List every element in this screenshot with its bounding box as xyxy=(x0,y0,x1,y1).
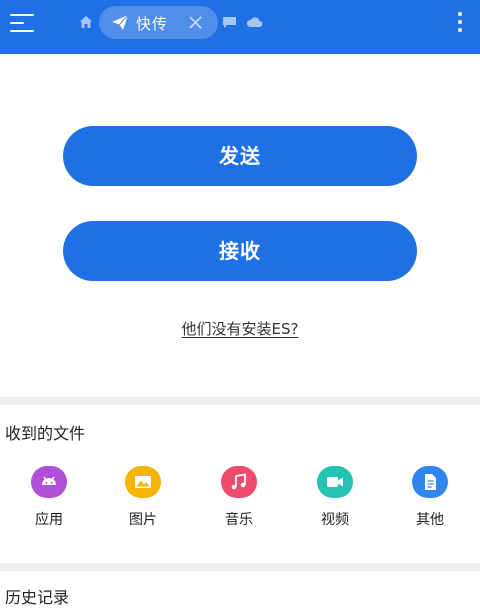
category-label: 其他 xyxy=(416,512,444,528)
top-bar: 快传 xyxy=(0,0,480,54)
music-circle xyxy=(221,466,257,498)
no-es-installed-link[interactable]: 他们没有安装ES? xyxy=(0,318,480,339)
other-circle xyxy=(412,466,448,498)
receive-button[interactable]: 接收 xyxy=(63,221,417,281)
received-files-title: 收到的文件 xyxy=(5,424,86,443)
send-icon xyxy=(112,14,129,30)
android-icon xyxy=(42,476,56,485)
video-circle xyxy=(317,466,353,498)
home-icon[interactable] xyxy=(79,15,93,29)
category-label: 音乐 xyxy=(225,512,253,528)
section-divider xyxy=(0,397,480,405)
section-divider xyxy=(0,563,480,571)
tab-label: 快传 xyxy=(136,15,169,33)
history-title[interactable]: 历史记录 xyxy=(5,584,69,608)
cloud-icon[interactable] xyxy=(246,16,263,28)
more-icon[interactable] xyxy=(454,10,466,36)
send-button[interactable]: 发送 xyxy=(63,126,417,186)
document-icon xyxy=(425,474,436,490)
category-label: 应用 xyxy=(35,512,63,528)
chat-icon[interactable] xyxy=(222,16,237,29)
apps-circle xyxy=(31,466,67,498)
category-label: 图片 xyxy=(129,512,157,528)
music-icon xyxy=(231,473,246,490)
category-video[interactable]: 视频 xyxy=(305,466,365,532)
category-other[interactable]: 其他 xyxy=(400,466,460,532)
category-apps[interactable]: 应用 xyxy=(19,466,79,532)
menu-icon[interactable] xyxy=(10,12,36,34)
category-music[interactable]: 音乐 xyxy=(209,466,269,532)
category-label: 视频 xyxy=(321,512,349,528)
tab-quick-transfer[interactable]: 快传 xyxy=(99,6,218,39)
category-images[interactable]: 图片 xyxy=(113,466,173,532)
close-icon[interactable] xyxy=(188,15,203,30)
images-circle xyxy=(125,466,161,498)
image-icon xyxy=(135,476,151,488)
video-icon xyxy=(327,477,343,487)
